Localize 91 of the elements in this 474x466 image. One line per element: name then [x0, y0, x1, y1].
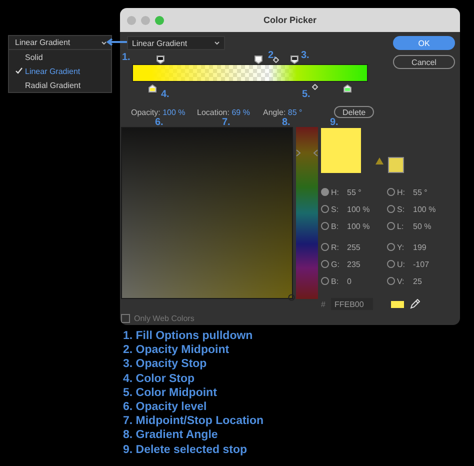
- field-label: G:: [331, 260, 340, 268]
- field-label: S:: [397, 204, 406, 214]
- menu-item[interactable]: Solid: [9, 50, 111, 64]
- field-value[interactable]: 100 %: [347, 204, 370, 214]
- new-color-swatch: [321, 128, 361, 173]
- field-label: H:: [397, 188, 406, 196]
- callout-number: 2.: [268, 50, 276, 61]
- midpoint-diamond-icon[interactable]: [273, 57, 279, 63]
- gradient-bar[interactable]: [132, 64, 368, 82]
- chevron-icon: [101, 40, 107, 44]
- radio-button[interactable]: [387, 188, 395, 196]
- menu-item[interactable]: Radial Gradient: [9, 78, 111, 92]
- radio-button[interactable]: [387, 222, 395, 230]
- checkmark-icon: [15, 67, 23, 75]
- hue-slider[interactable]: [296, 127, 318, 299]
- legend-item: 4. Color Stop: [123, 372, 196, 386]
- midpoint-diamond-icon[interactable]: [312, 84, 318, 90]
- field-value[interactable]: 25: [413, 276, 422, 286]
- field-label: H:: [331, 188, 340, 196]
- legend-item: 7. Midpoint/Stop Location: [123, 414, 265, 428]
- field-label: B:: [331, 276, 340, 286]
- radio-button[interactable]: [387, 277, 395, 285]
- callout-number: 5.: [302, 89, 310, 100]
- readout-label: Location: 69 %: [197, 108, 251, 116]
- opacity-stop-icon[interactable]: [290, 55, 299, 64]
- field-value[interactable]: 0: [347, 276, 352, 286]
- field-value[interactable]: -107: [413, 260, 430, 268]
- field-label: B:: [331, 222, 340, 230]
- field-value[interactable]: 55 °: [413, 188, 428, 196]
- callout-number: 3.: [301, 50, 310, 61]
- legend-item: 6. Opacity level: [123, 400, 208, 414]
- legend-item: 2. Opacity Midpoint: [123, 343, 230, 358]
- menu-dropdown[interactable]: Linear Gradient: [9, 36, 111, 50]
- color-swatch: [391, 300, 404, 308]
- hex-field[interactable]: FFEB00: [331, 298, 374, 310]
- radio-button[interactable]: [321, 188, 329, 196]
- callout-number: 7.: [222, 118, 232, 127]
- field-value[interactable]: 100 %: [413, 204, 436, 214]
- fill-dropdown[interactable]: Linear Gradient: [127, 36, 225, 50]
- field-value[interactable]: 100 %: [347, 222, 370, 230]
- arrow-icon: [106, 38, 128, 46]
- callout-number: 1.: [122, 52, 130, 63]
- radio-button[interactable]: [387, 260, 395, 268]
- delete-button[interactable]: Delete: [334, 106, 374, 118]
- menu-item[interactable]: Linear Gradient: [9, 64, 111, 78]
- cancel-button[interactable]: Cancel: [393, 55, 455, 69]
- field-label: L:: [397, 222, 405, 230]
- checkbox[interactable]: [121, 314, 130, 323]
- gamut-color-swatch[interactable]: [388, 157, 404, 173]
- radio-button[interactable]: [387, 205, 395, 213]
- field-label: V:: [397, 276, 406, 286]
- checkbox-label: Only Web Colors: [134, 314, 194, 323]
- field-label: R:: [331, 242, 340, 252]
- eyedropper-icon[interactable]: [410, 299, 420, 309]
- color-picker-ring-icon[interactable]: [288, 294, 295, 301]
- radio-button[interactable]: [321, 277, 329, 285]
- field-value[interactable]: 235: [347, 260, 360, 268]
- color-stop-icon[interactable]: [148, 84, 157, 93]
- callout-number: 4.: [161, 89, 170, 100]
- callout-number: 8.: [282, 118, 292, 127]
- warning-icon: [375, 157, 384, 165]
- legend-item: 8. Gradient Angle: [123, 428, 219, 443]
- window-title: Color Picker: [263, 15, 317, 25]
- callout-number: 6.: [155, 118, 164, 127]
- legend-item: 9. Delete selected stop: [123, 442, 248, 457]
- radio-button[interactable]: [321, 205, 329, 213]
- field-value[interactable]: 199: [413, 242, 426, 252]
- radio-button[interactable]: [321, 243, 329, 251]
- legend-item: 1. Fill Options pulldown: [123, 329, 254, 344]
- color-field[interactable]: [121, 127, 293, 299]
- legend-item: 3. Opacity Stop: [123, 357, 208, 372]
- hue-slider-thumb[interactable]: [296, 148, 318, 157]
- field-value[interactable]: 255: [347, 242, 360, 252]
- color-stop-icon[interactable]: [343, 84, 352, 93]
- legend-item: 5. Color Midpoint: [123, 386, 218, 400]
- chevron-icon: [214, 41, 220, 45]
- readout-label: Angle: 85 °: [263, 108, 304, 116]
- field-value[interactable]: 50 %: [413, 222, 432, 230]
- radio-button[interactable]: [321, 260, 329, 268]
- readout-label: Opacity: 100 %: [131, 108, 186, 116]
- callout-number: 9.: [330, 118, 340, 127]
- field-label: Y:: [397, 242, 406, 252]
- field-label: U:: [397, 260, 406, 268]
- field-value[interactable]: 55 °: [347, 188, 362, 196]
- opacity-stop-icon[interactable]: [254, 55, 263, 64]
- hex-label: #: [321, 300, 326, 308]
- radio-button[interactable]: [321, 222, 329, 230]
- radio-button[interactable]: [387, 243, 395, 251]
- field-label: S:: [331, 204, 340, 214]
- ok-button[interactable]: OK: [393, 36, 455, 50]
- opacity-stop-icon[interactable]: [156, 55, 165, 64]
